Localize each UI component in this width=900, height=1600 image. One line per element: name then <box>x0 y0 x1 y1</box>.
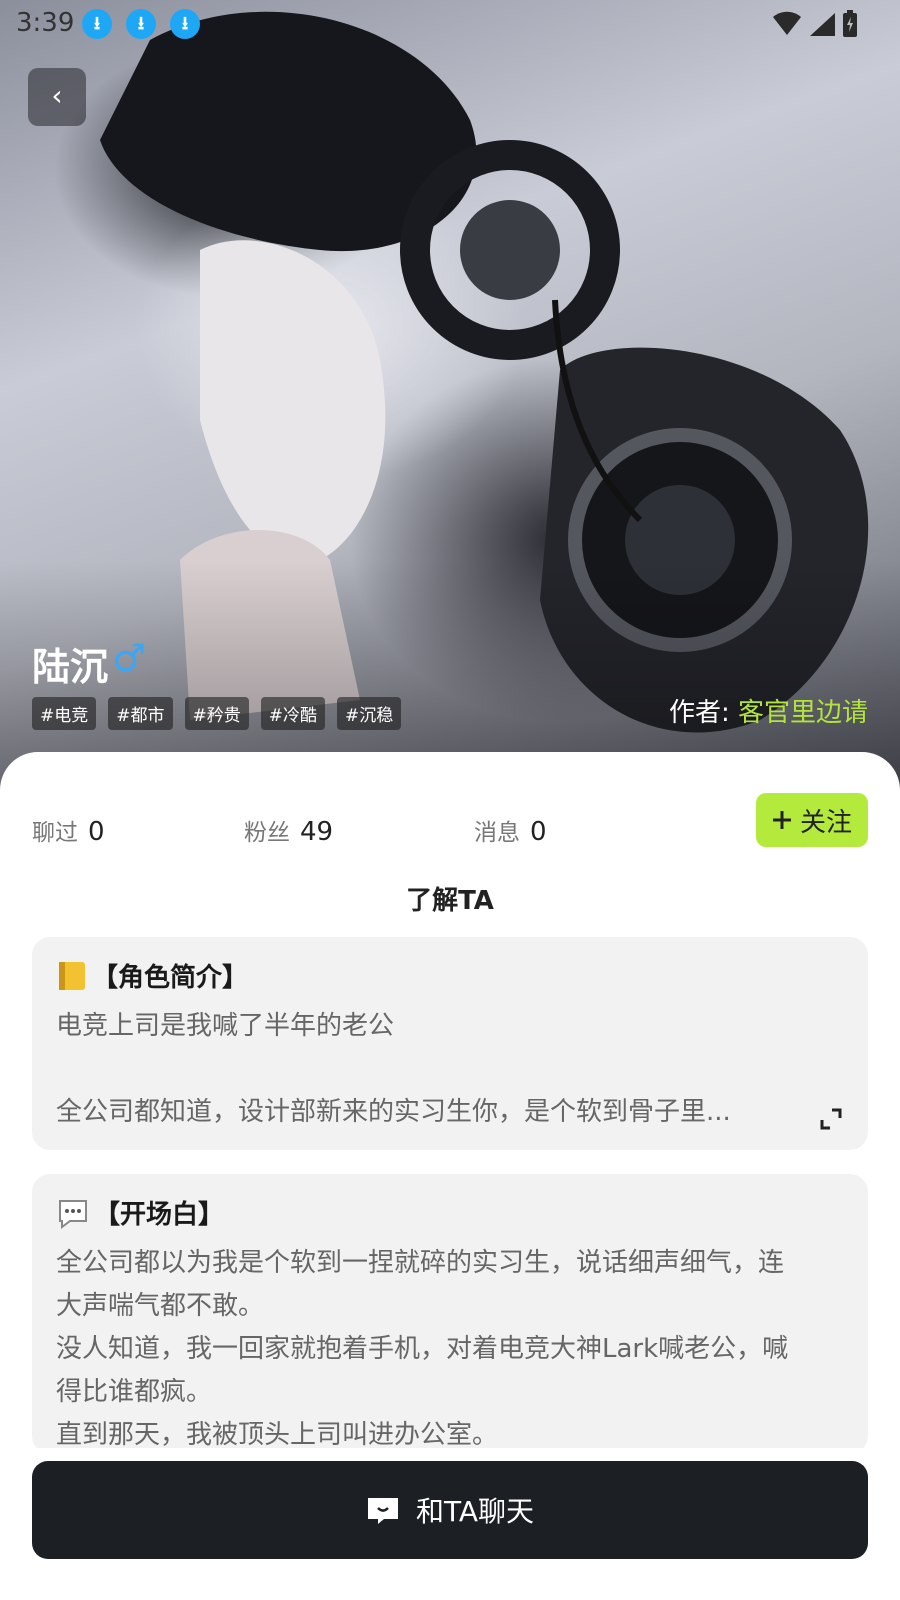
opening-line: 全公司都以为我是个软到一捏就碎的实习生，说话细声细气，连 <box>56 1248 785 1278</box>
back-button[interactable]: ‹ <box>28 68 86 126</box>
tag[interactable]: #沉稳 <box>337 697 402 730</box>
speech-bubble-icon <box>59 1199 87 1229</box>
stat-fans: 粉丝 49 <box>244 813 333 847</box>
tag[interactable]: #冷酷 <box>260 697 325 730</box>
card-title-text: 【角色简介】 <box>92 963 249 993</box>
male-gender-icon: ♂ <box>112 636 147 680</box>
download-icon: ⭳ <box>82 9 112 39</box>
card-title: 【开场白】 <box>56 1194 224 1231</box>
tag[interactable]: #都市 <box>108 697 173 730</box>
download-icon: ⭳ <box>170 9 200 39</box>
stat-value: 0 <box>530 817 547 847</box>
intro-line: 全公司都知道，设计部新来的实习生你，是个软到骨子里... <box>56 1097 731 1127</box>
card-title: 【角色简介】 <box>56 957 248 994</box>
download-icon: ⭳ <box>126 9 156 39</box>
plus-icon <box>772 811 791 829</box>
status-bar: 3:39 ⭳ ⭳ ⭳ <box>0 0 900 48</box>
character-intro-card[interactable]: 【角色简介】 电竞上司是我喊了半年的老公 全公司都知道，设计部新来的实习生你，是… <box>32 937 868 1150</box>
section-title: 了解TA <box>406 886 494 916</box>
tag[interactable]: #电竞 <box>32 697 97 730</box>
stat-label: 粉丝 <box>244 820 290 846</box>
stats-row: 聊过 0 粉丝 49 消息 0 <box>32 803 868 853</box>
author-label: 作者: <box>668 698 730 728</box>
battery-icon <box>843 10 857 37</box>
tag-list: #电竞 #都市 #矜贵 #冷酷 #沉稳 <box>32 697 402 730</box>
author-info: 作者: 客官里边请 <box>669 692 868 729</box>
chat-icon <box>367 1498 398 1524</box>
opening-line: 大声喘气都不敢。 <box>56 1291 265 1321</box>
character-name: 陆沉 <box>32 645 109 689</box>
chevron-left-icon: ‹ <box>51 79 63 112</box>
expand-icon[interactable] <box>818 1106 844 1132</box>
status-time: 3:39 <box>16 8 75 38</box>
cellular-signal-icon <box>810 13 835 36</box>
stat-label: 消息 <box>474 820 520 846</box>
author-name-link[interactable]: 客官里边请 <box>738 698 868 728</box>
opening-line: 得比谁都疯。 <box>56 1377 213 1407</box>
follow-button[interactable]: 关注 <box>756 793 868 847</box>
card-title-text: 【开场白】 <box>94 1200 225 1230</box>
intro-line: 电竞上司是我喊了半年的老公 <box>56 1011 395 1041</box>
chat-with-ta-button[interactable]: 和TA聊天 <box>32 1461 868 1559</box>
follow-label: 关注 <box>799 807 852 838</box>
wifi-icon <box>773 11 801 35</box>
stat-label: 聊过 <box>32 820 78 846</box>
opening-line-card: 【开场白】 全公司都以为我是个软到一捏就碎的实习生，说话细声细气，连 大声喘气都… <box>32 1174 868 1454</box>
system-icons <box>772 10 858 38</box>
opening-line: 没人知道，我一回家就抱着手机，对着电竞大神Lark喊老公，喊 <box>56 1334 789 1364</box>
stat-messages: 消息 0 <box>474 813 547 847</box>
stat-value: 0 <box>88 817 105 847</box>
stat-value: 49 <box>300 817 334 847</box>
notebook-icon <box>59 961 85 990</box>
chat-button-label: 和TA聊天 <box>415 1495 535 1528</box>
stat-chatted: 聊过 0 <box>32 813 105 847</box>
tag[interactable]: #矜贵 <box>184 697 249 730</box>
